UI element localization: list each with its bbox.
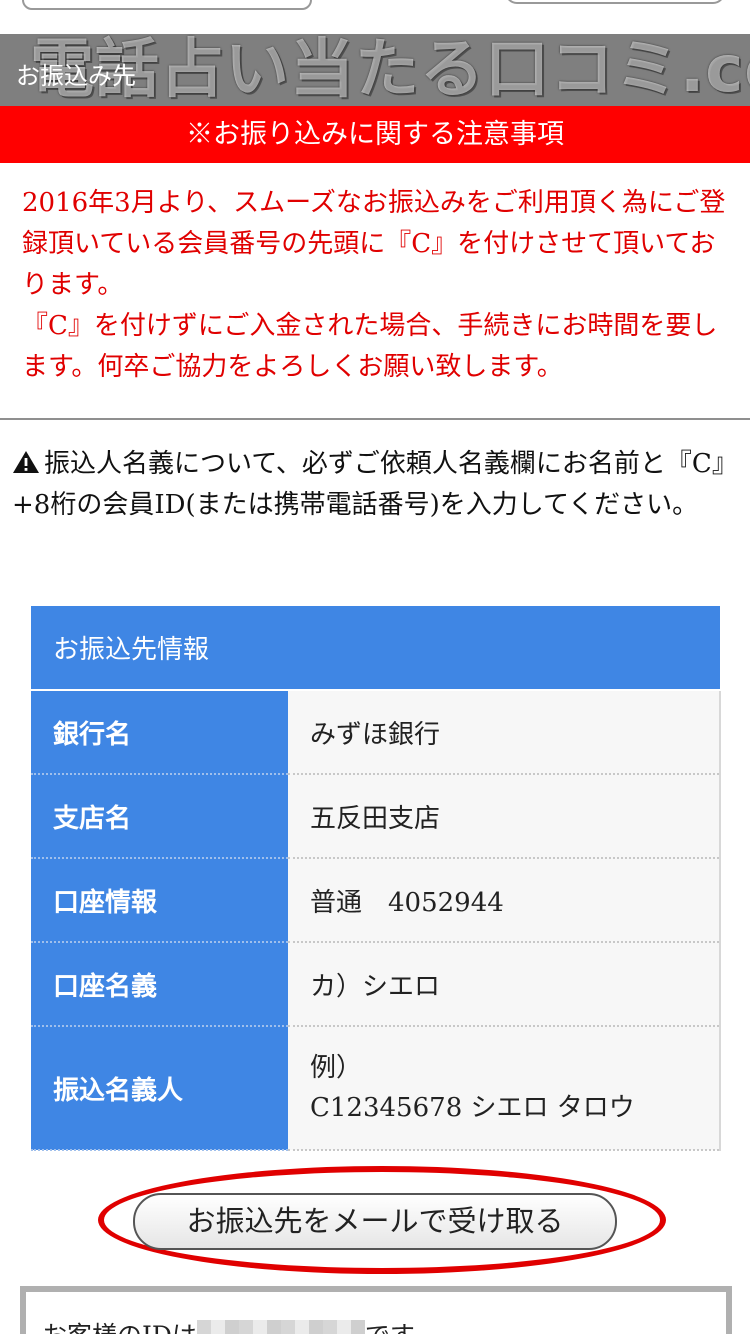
payer-name-example-prefix: 例） <box>310 1053 363 1083</box>
account-info-label: 口座情報 <box>31 858 288 943</box>
customer-id-text: お客様のIDは です。 <box>42 1316 437 1334</box>
branch-name-value: 五反田支店 <box>288 774 721 859</box>
account-holder-value: カ）シエロ <box>288 942 721 1027</box>
payer-name-value: 例） C12345678 シエロ タロウ <box>288 1026 721 1151</box>
notice-paragraph-2: 『C』を付けずにご入金された場合、手続きにお時間を要します。何卒ご協力をよろしく… <box>22 311 718 382</box>
table-row: 口座名義 カ）シエロ <box>31 942 721 1027</box>
customer-id-suffix: です。 <box>365 1321 438 1334</box>
section-header-label: お振込み先 <box>16 62 136 90</box>
notice-paragraph-1: 2016年3月より、スムーズなお振込みをご利用頂く為にご登録頂いている会員番号の… <box>22 188 726 300</box>
payer-name-example: C12345678 シエロ タロウ <box>310 1093 635 1123</box>
table-row: 口座情報 普通 4052944 <box>31 858 721 943</box>
account-info-value: 普通 4052944 <box>288 858 721 943</box>
bank-info-title: お振込先情報 <box>31 606 720 691</box>
customer-id-prefix: お客様のIDは <box>42 1321 197 1334</box>
table-row: 支店名 五反田支店 <box>31 774 721 859</box>
warning-icon <box>13 451 39 473</box>
notice-banner: ※お振り込みに関する注意事項 <box>0 106 750 163</box>
top-right-button[interactable] <box>505 0 725 4</box>
table-row: 銀行名 みずほ銀行 <box>31 690 721 775</box>
top-controls <box>0 0 750 34</box>
payer-name-label: 振込名義人 <box>31 1026 288 1151</box>
customer-id-redacted <box>196 1320 365 1334</box>
top-left-select[interactable] <box>22 0 312 10</box>
bank-info-table: お振込先情報 銀行名 みずほ銀行 支店名 五反田支店 口座情報 普通 40529… <box>31 606 721 1151</box>
divider <box>0 418 750 420</box>
bank-name-value: みずほ銀行 <box>288 690 721 775</box>
bank-name-label: 銀行名 <box>31 690 288 775</box>
branch-name-label: 支店名 <box>31 774 288 859</box>
site-watermark: 電話占い当たる口コミ.com <box>30 34 750 106</box>
notice-body: 2016年3月より、スムーズなお振込みをご利用頂く為にご登録頂いている会員番号の… <box>22 183 728 388</box>
payer-name-warning: 振込人名義について、必ずご依頼人名義欄にお名前と『C』+8桁の会員ID(または携… <box>12 444 732 526</box>
section-header: お振込み先 電話占い当たる口コミ.com <box>0 34 750 106</box>
account-holder-label: 口座名義 <box>31 942 288 1027</box>
customer-id-box: お客様のIDは です。 <box>20 1286 732 1334</box>
warning-text: 振込人名義について、必ずご依頼人名義欄にお名前と『C』+8桁の会員ID(または携… <box>12 449 725 520</box>
table-row: 振込名義人 例） C12345678 シエロ タロウ <box>31 1026 721 1151</box>
send-by-email-button[interactable]: お振込先をメールで受け取る <box>133 1193 617 1250</box>
